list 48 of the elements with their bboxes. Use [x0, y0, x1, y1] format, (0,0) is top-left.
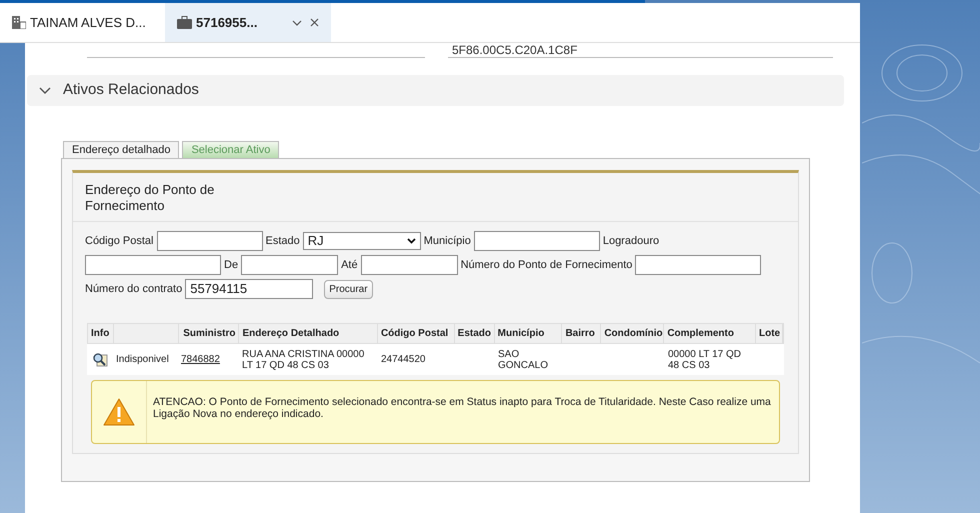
field-label: Número do contrato: [85, 282, 182, 297]
workspace-tab[interactable]: 5716955...: [165, 3, 331, 42]
briefcase-icon: [177, 16, 192, 29]
column-header: Bairro: [565, 327, 595, 341]
input-field[interactable]: [156, 231, 262, 251]
column-header: Endereço Detalhado: [242, 327, 340, 341]
chevron-icon: [39, 87, 51, 94]
column-header: Suministro: [183, 327, 236, 341]
field-value: 5F86.00C5.C20A.1C8F: [452, 44, 578, 57]
chevron-down-icon[interactable]: [292, 20, 302, 26]
table-cell: 00000 LT 17 QD 48 CS 03: [668, 348, 742, 370]
input-field[interactable]: [635, 255, 762, 275]
warning-icon: [103, 398, 135, 426]
building-icon: [12, 16, 26, 29]
form-tab[interactable]: Endereço detalhado: [63, 141, 180, 158]
table-cell: 24744520: [381, 354, 426, 365]
close-icon[interactable]: [310, 18, 319, 27]
column-header: Estado: [458, 327, 492, 341]
warning-message: ATENCAO: O Ponto de Fornecimento selecionado encontra-se em Status inapto para Troca de Titularidade. Neste Caso realize uma Ligação Nova no endereço indicado.: [153, 396, 771, 420]
field-label: Código Postal: [85, 234, 154, 249]
input-field[interactable]: [474, 231, 600, 251]
supply-link[interactable]: 7846882: [181, 354, 220, 365]
workspace-tab[interactable]: TAINAM ALVES D...: [0, 3, 165, 42]
field-label: De: [224, 258, 238, 273]
search-button[interactable]: Procurar: [324, 280, 373, 298]
column-header: Complemento: [667, 327, 734, 341]
field-label: Logradouro: [602, 234, 660, 249]
section-header[interactable]: Ativos Relacionados: [27, 75, 844, 106]
magnifier-icon[interactable]: [92, 352, 108, 367]
state-select[interactable]: RJ: [302, 232, 421, 250]
column-header: Condomínio: [604, 327, 663, 341]
table-cell: Indisponivel: [116, 354, 169, 365]
field-label: Município: [424, 234, 471, 249]
input-field[interactable]: 55794115: [185, 279, 314, 299]
chevron-down-icon: [406, 238, 416, 244]
input-field[interactable]: [85, 255, 221, 275]
field-label: Número do Ponto de Fornecimento: [460, 258, 632, 273]
panel-title: Endereço do Ponto de Fornecimento: [85, 182, 216, 214]
column-header: Info: [91, 327, 110, 341]
input-field[interactable]: [241, 255, 338, 275]
field-label: Até: [341, 258, 358, 273]
table-cell: RUA ANA CRISTINA 00000 LT 17 QD 48 CS 03: [242, 348, 364, 370]
table-cell: SAO GONCALO: [498, 348, 548, 370]
column-header: Município: [498, 327, 544, 341]
field-label: Estado: [266, 234, 300, 249]
column-header: Código Postal: [380, 327, 448, 341]
column-header: Lote: [758, 327, 780, 341]
input-field[interactable]: [360, 255, 458, 275]
